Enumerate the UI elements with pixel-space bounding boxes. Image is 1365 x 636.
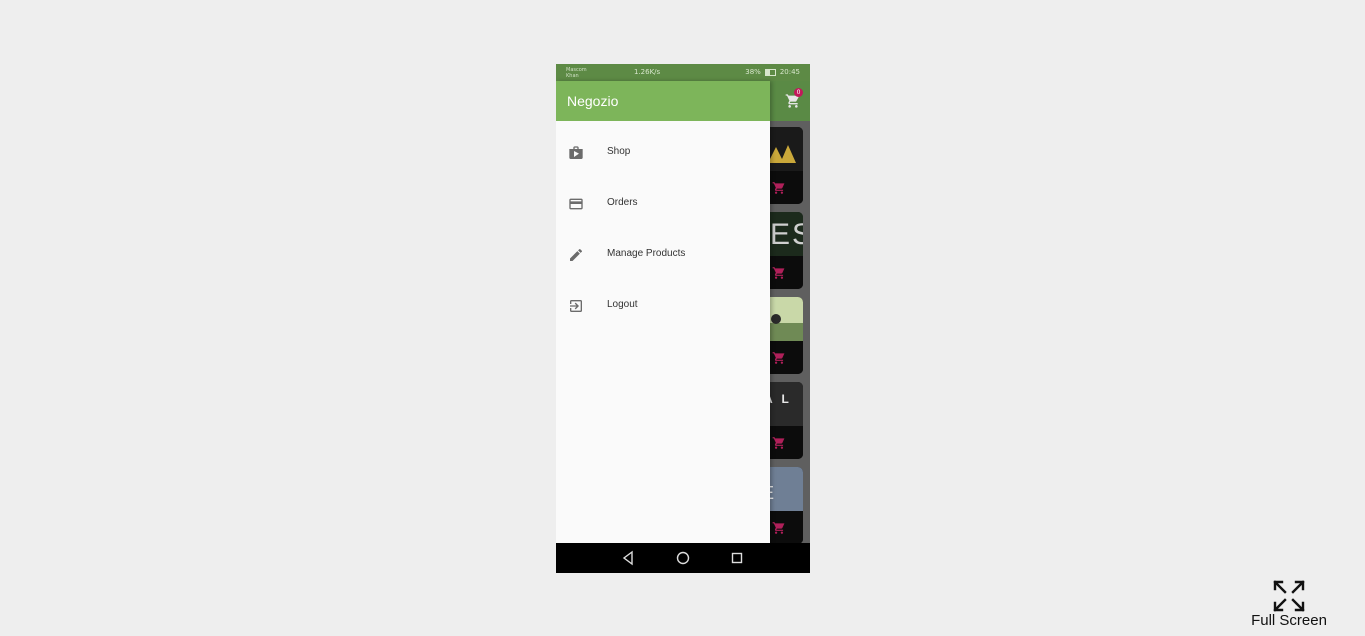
battery-icon <box>764 68 776 76</box>
add-to-cart-icon[interactable] <box>772 181 786 195</box>
back-icon[interactable] <box>620 550 636 566</box>
carrier-info: Mascom Khan <box>566 67 587 79</box>
menu-item-logout[interactable]: Logout <box>556 285 770 325</box>
logout-icon <box>570 300 582 312</box>
credit-card-icon <box>569 198 583 210</box>
fullscreen-label: Full Screen <box>1251 612 1327 629</box>
phone-screen: Mascom Khan 1.26K/s 38% 20:45 0 ES <box>556 64 810 573</box>
shop-icon <box>569 146 583 159</box>
expand-icon <box>1273 580 1305 612</box>
drawer-header: Negozio <box>556 81 770 121</box>
add-to-cart-icon[interactable] <box>772 266 786 280</box>
carrier-line2: Khan <box>566 73 579 79</box>
system-navigation-bar <box>556 543 810 573</box>
home-icon[interactable] <box>675 550 691 566</box>
battery-percent: 38% <box>745 68 761 76</box>
menu-item-manage-products[interactable]: Manage Products <box>556 234 770 274</box>
status-right: 38% 20:45 <box>745 68 800 76</box>
menu-label-orders: Orders <box>607 197 638 208</box>
menu-label-shop: Shop <box>607 146 631 157</box>
product-image-text: ES <box>770 218 803 251</box>
menu-label-manage-products: Manage Products <box>607 248 686 259</box>
menu-label-logout: Logout <box>607 299 638 310</box>
recents-icon[interactable] <box>729 550 745 566</box>
clock: 20:45 <box>779 68 800 76</box>
menu-item-orders[interactable]: Orders <box>556 183 770 223</box>
status-bar: Mascom Khan 1.26K/s 38% 20:45 <box>556 64 810 81</box>
network-speed: 1.26K/s <box>634 68 661 76</box>
add-to-cart-icon[interactable] <box>772 521 786 535</box>
drawer-title: Negozio <box>567 93 619 109</box>
navigation-drawer: Negozio Shop Orders Manage Products Logo <box>556 81 770 543</box>
cart-badge: 0 <box>794 88 803 97</box>
add-to-cart-icon[interactable] <box>772 351 786 365</box>
pencil-icon <box>570 248 583 261</box>
menu-item-shop[interactable]: Shop <box>556 132 770 172</box>
fullscreen-button[interactable]: Full Screen <box>1246 578 1332 630</box>
add-to-cart-icon[interactable] <box>772 436 786 450</box>
